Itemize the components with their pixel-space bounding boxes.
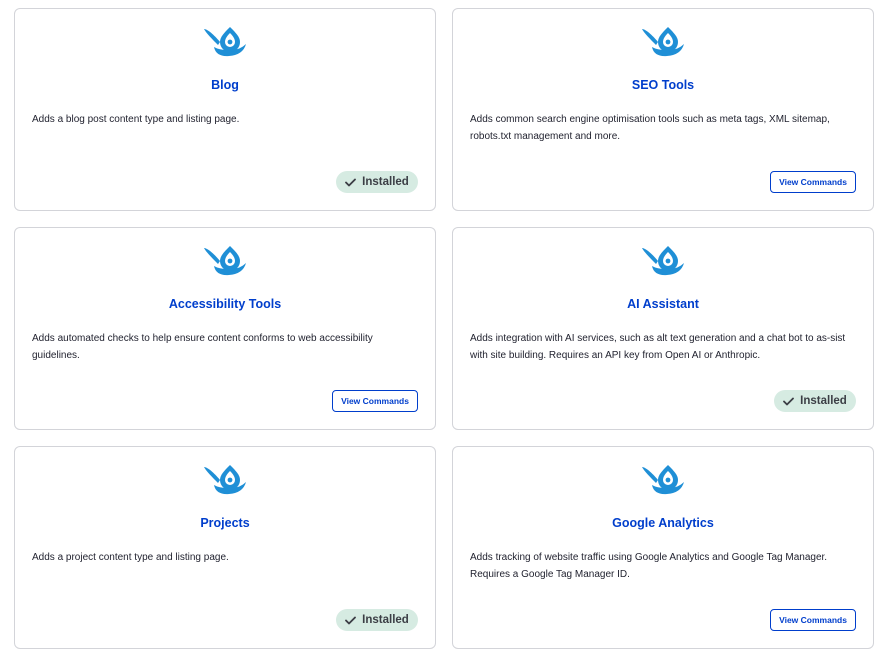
drupal-spoon-icon [204,27,246,57]
recipe-card-ai-assistant: AI Assistant Adds integration with AI se… [452,227,874,430]
card-description: Adds common search engine optimisation t… [470,114,830,142]
card-description: Adds integration with AI services, such … [470,333,846,361]
drupal-spoon-icon [642,27,684,57]
card-description: Adds a blog post content type and listin… [32,114,240,125]
card-title: AI Assistant [627,297,699,311]
card-title: Accessibility Tools [168,297,282,311]
card-description: Adds automated checks to help ensure con… [32,333,373,361]
card-title: SEO Tools [631,78,695,92]
card-description: Adds tracking of website traffic using G… [470,552,828,580]
card-title: Projects [200,516,250,530]
recipe-grid: Blog Adds a blog post content type and l… [0,0,890,660]
recipe-card-accessibility-tools: Accessibility Tools Adds automated check… [14,227,436,430]
installed-label: Installed [362,176,409,188]
installed-label: Installed [800,395,847,407]
recipe-card-google-analytics: Google Analytics Adds tracking of websit… [452,446,874,649]
installed-badge: Installed [774,390,856,412]
installed-badge: Installed [336,609,418,631]
checkmark-icon [345,178,357,186]
checkmark-icon [345,616,357,624]
card-description: Adds a project content type and listing … [32,552,229,563]
drupal-spoon-icon [204,246,246,276]
installed-label: Installed [362,614,409,626]
drupal-spoon-icon [642,465,684,495]
drupal-spoon-icon [642,246,684,276]
recipe-card-blog: Blog Adds a blog post content type and l… [14,8,436,211]
checkmark-icon [783,397,795,405]
view-commands-button[interactable]: View Commands [770,609,856,631]
card-title: Blog [211,78,239,92]
view-commands-button[interactable]: View Commands [770,171,856,193]
card-title: Google Analytics [612,516,714,530]
recipe-card-seo-tools: SEO Tools Adds common search engine opti… [452,8,874,211]
view-commands-button[interactable]: View Commands [332,390,418,412]
installed-badge: Installed [336,171,418,193]
drupal-spoon-icon [204,465,246,495]
recipe-card-projects: Projects Adds a project content type and… [14,446,436,649]
